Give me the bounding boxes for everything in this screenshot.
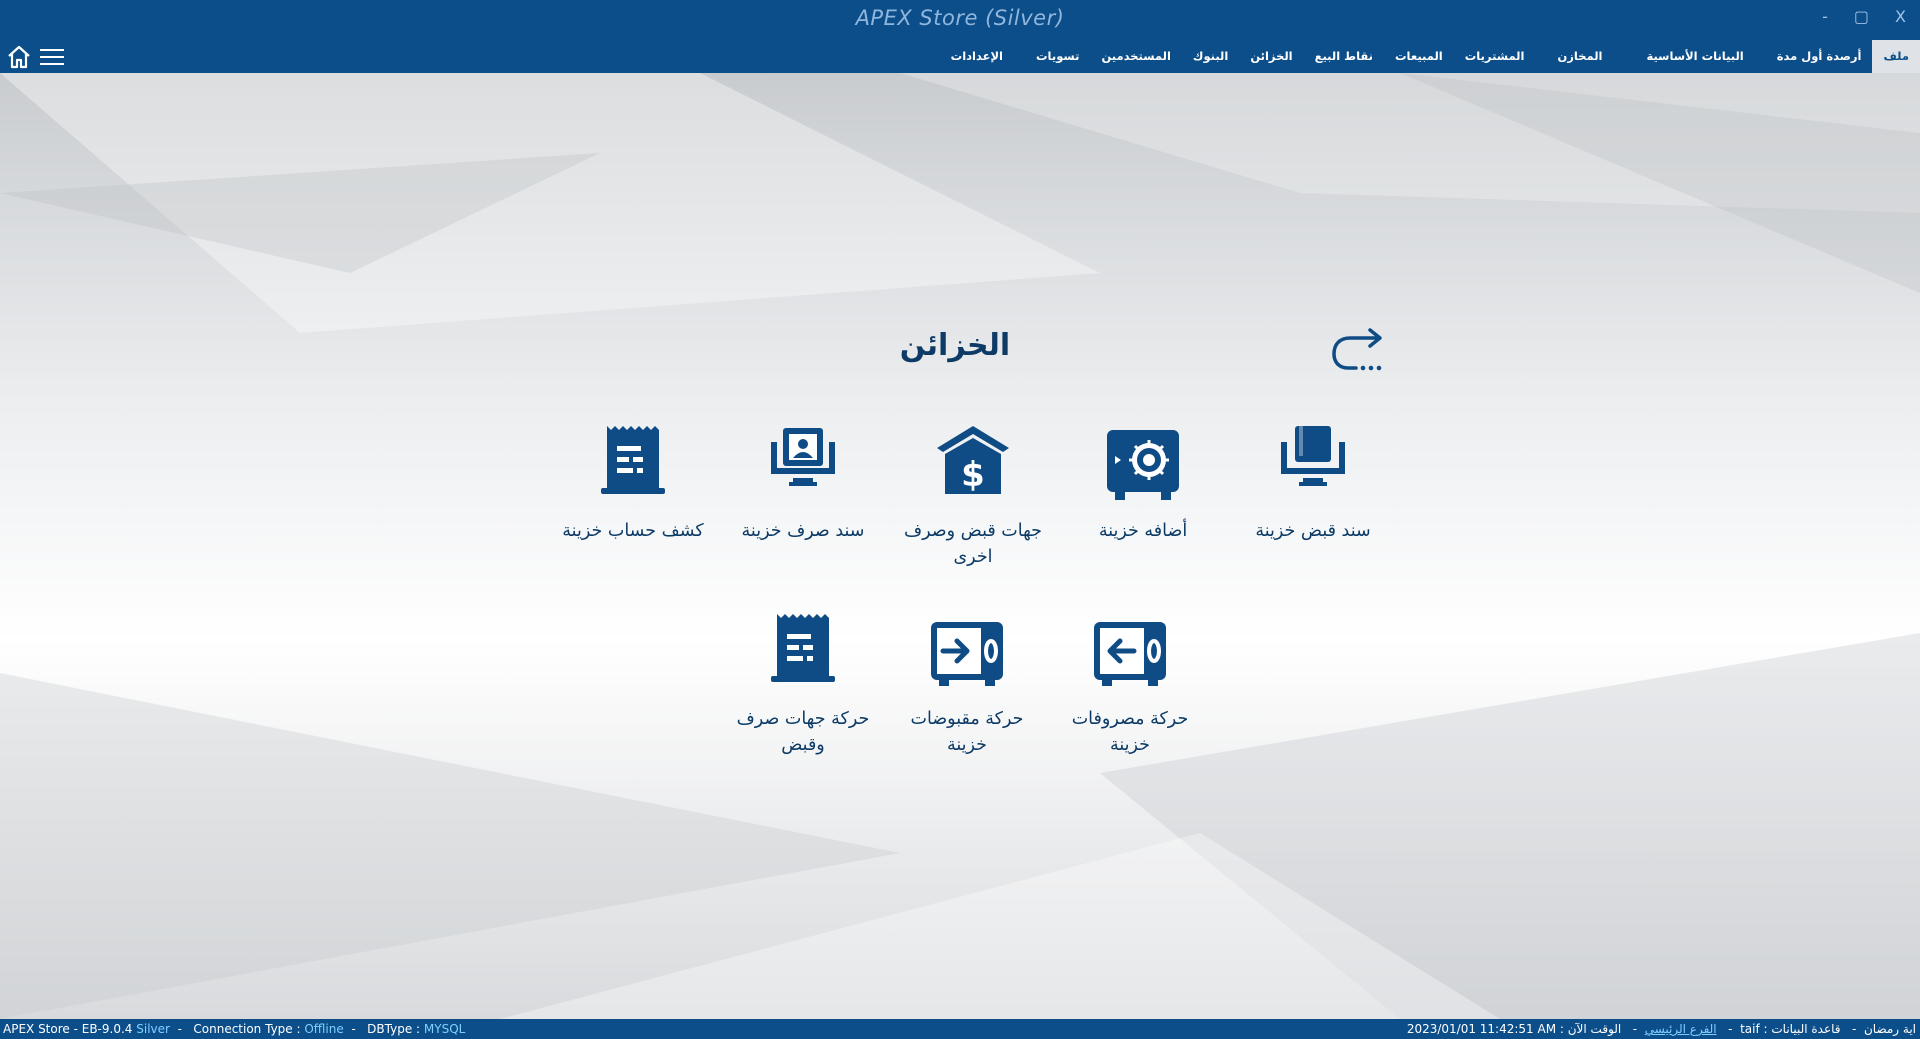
hamburger-menu-icon[interactable] [40, 47, 64, 67]
menu-item-banks[interactable]: البنوك [1182, 40, 1239, 73]
tile-safe-expenses[interactable]: حركة مصروفات خزينة [1055, 612, 1205, 758]
receipt-voucher-icon [1281, 426, 1345, 486]
menu-item-treasuries[interactable]: الخزائن [1239, 40, 1303, 73]
status-dbname-label: قاعدة البيانات : [1763, 1022, 1841, 1036]
menu-item-stores[interactable]: المخازن [1535, 40, 1624, 73]
status-dbname: taif [1740, 1022, 1760, 1036]
minimize-button[interactable]: - [1822, 9, 1828, 25]
menu-item-file[interactable]: ملف [1872, 40, 1920, 73]
tile-receipt-voucher[interactable]: سند قبض خزينة [1238, 424, 1388, 544]
menu-item-purchases[interactable]: المشتريات [1454, 40, 1536, 73]
tile-label: سند صرف خزينة [741, 521, 865, 541]
payment-voucher-icon [771, 428, 835, 486]
status-conn-value: Offline [304, 1022, 344, 1036]
tile-safe-receipts[interactable]: حركة مقبوضات خزينة [892, 612, 1042, 758]
window-controls: - ▢ X [1822, 9, 1906, 25]
tile-label: حركة مصروفات خزينة [1071, 709, 1189, 755]
menu-item-basic-data[interactable]: البيانات الأساسية [1624, 40, 1765, 73]
menu-item-settlements[interactable]: تسويات [1025, 40, 1090, 73]
status-bar: APEX Store - EB-9.0.4 Silver - Connectio… [0, 1019, 1920, 1039]
menu-item-opening-balances[interactable]: أرصدة أول مدة [1766, 40, 1873, 73]
status-edition: Silver [136, 1022, 170, 1036]
safe-in-icon [931, 622, 1003, 686]
status-db-value: MYSQL [423, 1022, 466, 1036]
status-conn-label: Connection Type : [193, 1022, 301, 1036]
menu-item-pos[interactable]: نقاط البيع [1304, 40, 1384, 73]
tile-label: سند قبض خزينة [1255, 521, 1371, 541]
return-arrow-icon[interactable] [1330, 326, 1388, 374]
status-sep: - [1625, 1022, 1641, 1036]
status-db-label: DBType : [367, 1022, 421, 1036]
status-user: اية رمضان [1863, 1022, 1916, 1036]
tile-label: حركة جهات صرف وقبض [736, 709, 870, 755]
safe-icon [1107, 430, 1179, 500]
tile-other-parties[interactable]: $ جهات قبض وصرف اخرى [898, 424, 1048, 570]
tile-label: كشف حساب خزينة [562, 521, 704, 541]
maximize-button[interactable]: ▢ [1854, 9, 1869, 25]
status-right: اية رمضان - قاعدة البيانات : taif - الفر… [1407, 1019, 1916, 1039]
tile-payment-voucher[interactable]: سند صرف خزينة [728, 424, 878, 544]
title-bar: APEX Store (Silver) - ▢ X ملف أرصدة أول … [0, 0, 1920, 73]
status-datetime: 2023/01/01 11:42:51 AM [1406, 1022, 1557, 1036]
app-title: APEX Store (Silver) [855, 6, 1065, 30]
svg-text:$: $ [961, 455, 985, 495]
tile-label: حركة مقبوضات خزينة [910, 709, 1024, 755]
tile-account-statement[interactable]: كشف حساب خزينة [558, 424, 708, 544]
status-left: APEX Store - EB-9.0.4 Silver - Connectio… [3, 1019, 465, 1039]
safe-out-icon [1094, 622, 1166, 686]
page-title: الخزائن [899, 328, 1011, 363]
status-sep: - [347, 1022, 364, 1036]
menu-item-sales[interactable]: المبيعات [1384, 40, 1454, 73]
close-button[interactable]: X [1895, 9, 1906, 25]
tile-parties-movement[interactable]: حركة جهات صرف وقبض [728, 612, 878, 758]
statement-icon [601, 426, 665, 494]
document-list-icon [771, 614, 835, 682]
main-menu: ملف أرصدة أول مدة البيانات الأساسية المخ… [929, 40, 1920, 73]
status-sep: - [1844, 1022, 1861, 1036]
menu-item-settings[interactable]: الإعدادات [929, 40, 1025, 73]
tile-add-safe[interactable]: أضافه خزينة [1068, 424, 1218, 544]
status-time-label: الوقت الآن : [1559, 1022, 1622, 1036]
bank-dollar-icon: $ [937, 426, 1009, 495]
tile-label: جهات قبض وصرف اخرى [903, 521, 1042, 567]
menu-item-users[interactable]: المستخدمين [1090, 40, 1181, 73]
tile-label: أضافه خزينة [1098, 521, 1188, 541]
status-branch-link[interactable]: الفرع الرئيسي [1645, 1022, 1717, 1036]
status-sep: - [173, 1022, 190, 1036]
home-icon[interactable] [6, 44, 32, 70]
status-sep: - [1720, 1022, 1737, 1036]
status-app-version: APEX Store - EB-9.0.4 [3, 1022, 133, 1036]
